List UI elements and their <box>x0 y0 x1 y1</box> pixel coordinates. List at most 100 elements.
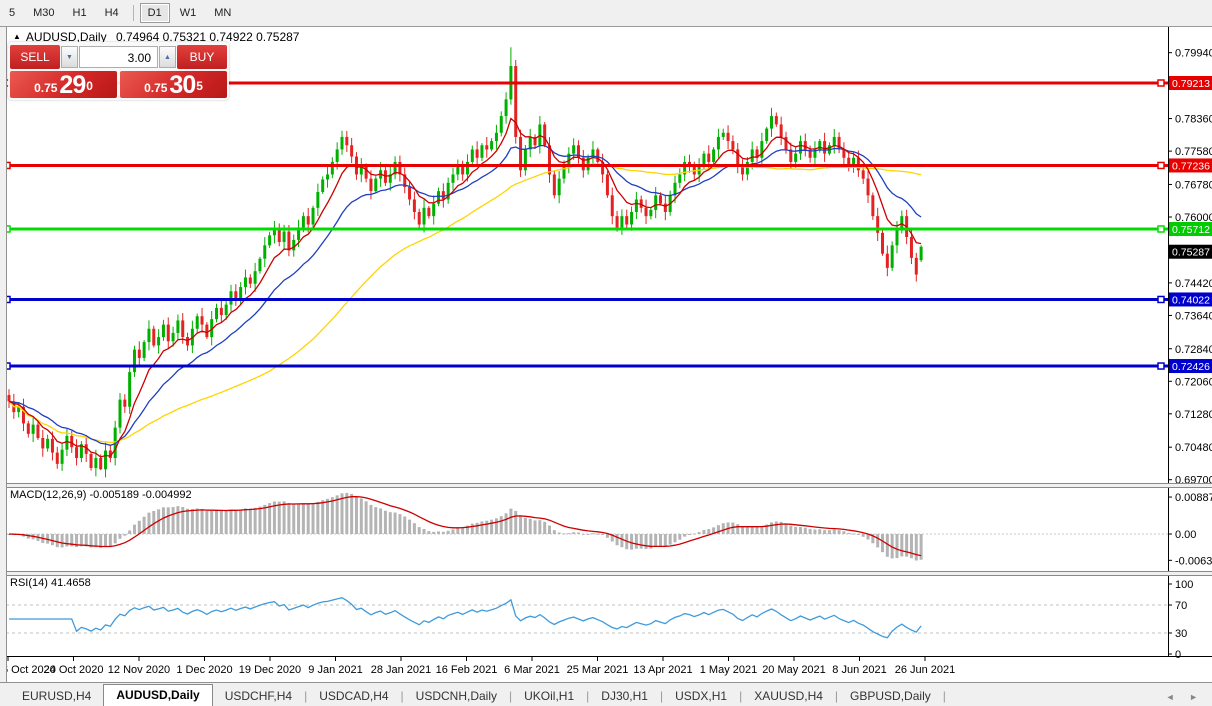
candle-body <box>142 342 146 358</box>
candle-body <box>866 178 870 196</box>
tab-audusd-daily[interactable]: AUDUSD,Daily <box>103 684 213 706</box>
tab-usdchf-h4[interactable]: USDCHF,H4 <box>213 686 304 706</box>
toolbar-separator <box>132 5 134 21</box>
sell-price-prefix: 0.75 <box>34 81 58 95</box>
candle-body <box>760 141 764 158</box>
tab-ukoil-h1[interactable]: UKOil,H1 <box>512 686 586 706</box>
macd-histogram-bar <box>692 533 696 535</box>
macd-histogram-bar <box>697 532 701 534</box>
candle-body <box>7 395 11 402</box>
timeframe-button-h1[interactable]: H1 <box>65 3 95 23</box>
hline-handle[interactable] <box>1157 362 1165 370</box>
macd-histogram-bar <box>364 501 368 534</box>
tab-dj30-h1[interactable]: DJ30,H1 <box>589 686 660 706</box>
candle-body <box>205 324 209 338</box>
macd-histogram-bar <box>914 534 918 561</box>
macd-histogram-bar <box>210 510 214 534</box>
price-badge-label: 0.77236 <box>1172 160 1210 172</box>
tab-scroll-arrows[interactable]: ◄ ► <box>1166 692 1212 706</box>
macd-histogram-bar <box>523 517 527 534</box>
volume-input[interactable]: 3.00 <box>79 46 158 68</box>
candle-body <box>794 153 798 162</box>
macd-histogram-bar <box>905 534 909 557</box>
macd-histogram-bar <box>519 515 523 534</box>
chart-canvas[interactable]: 0.799400.783600.775800.767800.760000.744… <box>0 0 1212 706</box>
macd-histogram-bar <box>301 503 305 534</box>
timeframe-button-5[interactable]: 5 <box>1 3 23 23</box>
candle-body <box>152 328 156 346</box>
tab-xauusd-h4[interactable]: XAUUSD,H4 <box>742 686 835 706</box>
collapse-panel-icon[interactable]: ▲ <box>13 32 21 41</box>
candle-body <box>306 216 310 225</box>
candle-body <box>543 124 547 146</box>
macd-histogram-bar <box>456 527 460 534</box>
timeframe-button-m30[interactable]: M30 <box>25 3 62 23</box>
timeframe-button-d1[interactable]: D1 <box>139 3 170 23</box>
candle-body <box>104 450 108 470</box>
candle-body <box>726 132 730 142</box>
hline-handle[interactable] <box>1157 79 1165 87</box>
candle-body <box>258 258 262 272</box>
candle-body <box>292 239 296 251</box>
hline-handle[interactable] <box>1157 295 1165 304</box>
macd-histogram-bar <box>567 533 571 535</box>
candle-body <box>60 449 64 464</box>
sell-price-button[interactable]: 0.75 29 0 <box>10 71 117 98</box>
timeframe-button-h4[interactable]: H4 <box>97 3 127 23</box>
macd-histogram-bar <box>422 528 426 534</box>
candle-body <box>89 453 93 469</box>
timeframe-button-mn[interactable]: MN <box>206 3 239 23</box>
candle-body <box>374 178 378 192</box>
tab-usdcnh-daily[interactable]: USDCNH,Daily <box>404 686 509 706</box>
rsi-line <box>9 597 922 639</box>
tab-usdx-h1[interactable]: USDX,H1 <box>663 686 739 706</box>
macd-histogram-bar <box>350 493 354 534</box>
buy-button[interactable]: BUY <box>177 45 227 69</box>
candle-body <box>630 211 634 225</box>
macd-histogram-bar <box>736 524 740 534</box>
candle-body <box>475 149 479 158</box>
macd-histogram-bar <box>321 500 325 534</box>
volume-increase-button[interactable]: ▲ <box>159 46 176 68</box>
date-axis-label: 20 May 2021 <box>762 664 826 676</box>
tab-usdcad-h4[interactable]: USDCAD,H4 <box>307 686 400 706</box>
candle-body <box>909 237 913 258</box>
volume-decrease-button[interactable]: ▼ <box>61 46 78 68</box>
tab-gbpusd-daily[interactable]: GBPUSD,Daily <box>838 686 943 706</box>
candle-body <box>441 191 445 200</box>
candle-body <box>871 195 875 217</box>
sell-price-pips: 29 <box>59 71 86 99</box>
hline-handle[interactable] <box>1157 161 1165 170</box>
sell-button[interactable]: SELL <box>10 45 60 69</box>
macd-histogram-bar <box>620 534 624 548</box>
macd-histogram-bar <box>243 508 247 534</box>
macd-histogram-bar <box>215 510 219 534</box>
candle-body <box>176 320 180 333</box>
buy-price-button[interactable]: 0.75 30 5 <box>120 71 227 98</box>
hline-handle[interactable] <box>1157 225 1165 233</box>
candle-body <box>678 174 682 183</box>
macd-histogram-bar <box>277 501 281 534</box>
macd-histogram-bar <box>224 510 228 534</box>
macd-histogram-bar <box>403 516 407 534</box>
macd-histogram-bar <box>784 523 788 534</box>
candle-body <box>287 231 291 251</box>
chart-tab-bar: EURUSD,H4 AUDUSD,Daily USDCHF,H4 | USDCAD,H4… <box>0 682 1212 706</box>
candle-body <box>321 179 325 192</box>
tab-eurusd-h4[interactable]: EURUSD,H4 <box>10 686 103 706</box>
candle-body <box>765 128 769 142</box>
rsi-panel <box>6 597 1168 639</box>
candle-body <box>712 149 716 162</box>
macd-histogram-bar <box>446 530 450 534</box>
macd-histogram-bar <box>494 518 498 534</box>
candle-body <box>118 399 122 428</box>
candle-body <box>75 447 79 459</box>
date-axis-label: 1 Dec 2020 <box>176 664 232 676</box>
macd-histogram-bar <box>65 534 69 547</box>
macd-histogram-bar <box>557 532 561 534</box>
macd-histogram-bar <box>451 529 455 534</box>
macd-histogram-bar <box>205 510 209 534</box>
macd-histogram-bar <box>634 534 638 549</box>
timeframe-button-w1[interactable]: W1 <box>172 3 205 23</box>
price-badge-label: 0.79213 <box>1172 78 1210 90</box>
